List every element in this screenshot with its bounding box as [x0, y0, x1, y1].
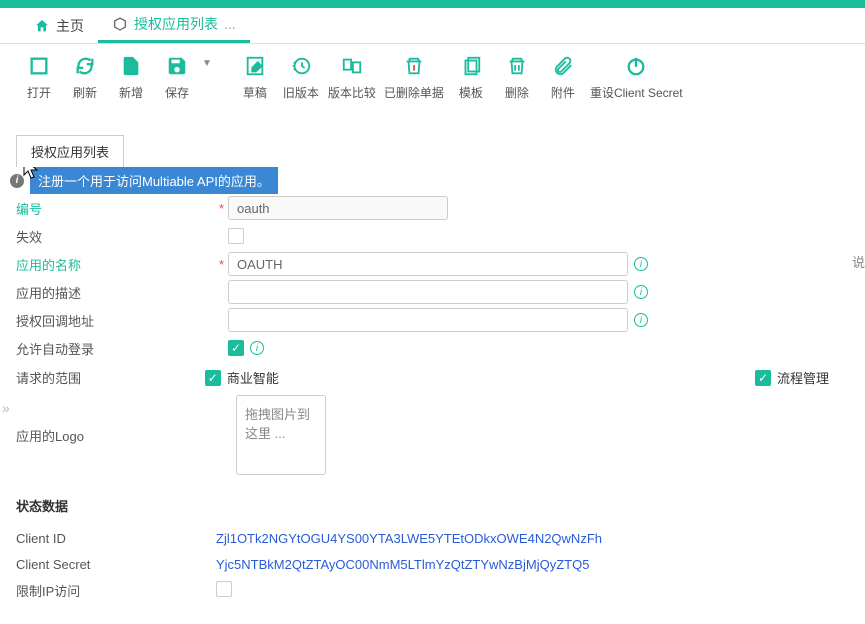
- new-button[interactable]: 新增: [108, 54, 154, 101]
- home-icon: [34, 18, 50, 34]
- status-section-title: 状态数据: [16, 496, 865, 515]
- tab-current-label: 授权应用列表: [134, 14, 218, 34]
- refresh-icon: [73, 54, 97, 78]
- autologin-checkbox[interactable]: [228, 340, 244, 356]
- label-autologin: 允许自动登录: [16, 339, 216, 358]
- template-button[interactable]: 模板: [448, 54, 494, 101]
- logo-dropzone[interactable]: 拖拽图片到这里 ...: [236, 395, 326, 475]
- help-icon[interactable]: i: [250, 341, 264, 355]
- refresh-button[interactable]: 刷新: [62, 54, 108, 101]
- tab-current[interactable]: 授权应用列表 ...: [98, 8, 250, 43]
- tab-home[interactable]: 主页: [20, 8, 98, 43]
- paperclip-icon: [551, 54, 575, 78]
- delete-icon: [505, 54, 529, 78]
- info-icon: i: [10, 174, 24, 188]
- history-icon: [289, 54, 313, 78]
- main-tabs: 主页 授权应用列表 ...: [0, 8, 865, 44]
- callback-field[interactable]: [228, 308, 628, 332]
- deleted-icon: [402, 54, 426, 78]
- appdesc-field[interactable]: [228, 280, 628, 304]
- template-icon: [459, 54, 483, 78]
- open-button[interactable]: 打开: [16, 54, 62, 101]
- info-text: 注册一个用于访问Multiable API的应用。: [38, 171, 270, 190]
- tab-dots: ...: [224, 16, 236, 32]
- client-id-value: Zjl1OTk2NGYtOGU4YS00YTA3LWE5YTEtODkxOWE4…: [216, 531, 602, 546]
- restrict-ip-checkbox[interactable]: [216, 581, 232, 597]
- form: 编号 * 失效 应用的名称 * i 应用的描述 i 授权回调地址 i: [16, 194, 849, 480]
- save-caret-icon[interactable]: ▼: [202, 58, 212, 69]
- scope-bi-label: 商业智能: [227, 368, 279, 387]
- label-code: 编号: [16, 199, 216, 218]
- label-appdesc: 应用的描述: [16, 283, 216, 302]
- deleted-button[interactable]: 已删除单据: [380, 54, 448, 101]
- open-icon: [27, 54, 51, 78]
- draft-icon: [243, 54, 267, 78]
- label-callback: 授权回调地址: [16, 311, 216, 330]
- save-button[interactable]: 保存: [154, 54, 200, 101]
- expand-chevron-icon[interactable]: »: [2, 400, 10, 416]
- compare-button[interactable]: 版本比较: [324, 54, 380, 101]
- label-disabled: 失效: [16, 227, 216, 246]
- save-icon: [165, 54, 189, 78]
- compare-icon: [340, 54, 364, 78]
- code-field[interactable]: [228, 196, 448, 220]
- client-secret-label: Client Secret: [16, 557, 216, 572]
- scope-flow-label: 流程管理: [777, 368, 829, 387]
- help-icon[interactable]: i: [634, 285, 648, 299]
- power-icon: [624, 54, 648, 78]
- cube-icon: [112, 16, 128, 32]
- oldver-button[interactable]: 旧版本: [278, 54, 324, 101]
- help-icon[interactable]: i: [634, 313, 648, 327]
- disabled-checkbox[interactable]: [228, 228, 244, 244]
- label-logo: 应用的Logo: [16, 426, 216, 445]
- attach-button[interactable]: 附件: [540, 54, 586, 101]
- client-id-label: Client ID: [16, 531, 216, 546]
- subtab-authapps[interactable]: 授权应用列表: [16, 135, 124, 167]
- draft-button[interactable]: 草稿: [232, 54, 278, 101]
- label-scope: 请求的范围: [16, 368, 174, 387]
- appname-field[interactable]: [228, 252, 628, 276]
- label-appname: 应用的名称: [16, 255, 216, 274]
- new-icon: [119, 54, 143, 78]
- cutoff-text: 说: [852, 252, 865, 271]
- reset-secret-button[interactable]: 重设Client Secret: [586, 54, 687, 101]
- scope-bi-checkbox[interactable]: [205, 370, 221, 386]
- delete-button[interactable]: 删除: [494, 54, 540, 101]
- help-icon[interactable]: i: [634, 257, 648, 271]
- scope-flow-checkbox[interactable]: [755, 370, 771, 386]
- toolbar: 打开 刷新 新增 保存 ▼ 草稿 旧版本 版本比较 已删除单据 模板 删除: [0, 44, 865, 119]
- tab-home-label: 主页: [56, 16, 84, 36]
- restrict-ip-label: 限制IP访问: [16, 581, 216, 600]
- client-secret-value: Yjc5NTBkM2QtZTAyOC00NmM5LTlmYzQtZTYwNzBj…: [216, 557, 589, 572]
